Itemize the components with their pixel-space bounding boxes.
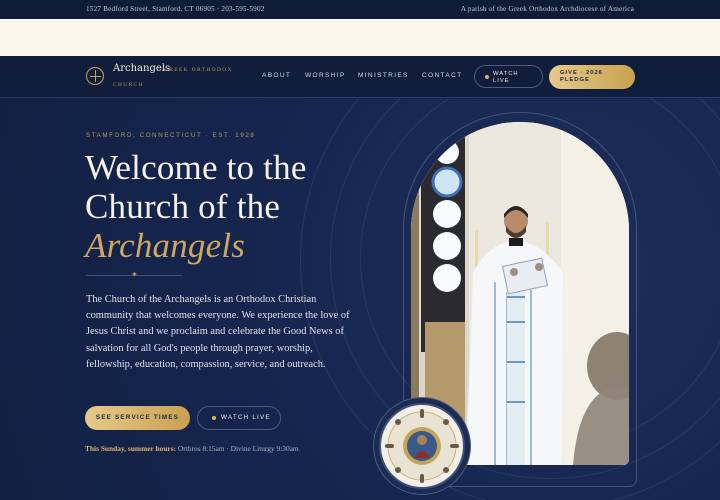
nav-link-ministries[interactable]: MINISTRIES: [358, 72, 409, 79]
watch-live-nav-label: WATCH LIVE: [493, 71, 519, 84]
hero-title-line-1: Welcome to the: [85, 148, 307, 187]
give-pledge-label: GIVE · 2026 PLEDGE: [560, 70, 603, 83]
cross-logo-icon[interactable]: [86, 67, 104, 85]
hero-section: STAMFORD, CONNECTICUT · EST. 1928 Welcom…: [0, 99, 720, 500]
watch-live-label: WATCH LIVE: [221, 414, 271, 421]
watch-live-nav-button[interactable]: WATCH LIVE: [474, 65, 543, 88]
address-phone: 1527 Bedford Street, Stamford, CT 06905 …: [86, 5, 265, 13]
nav-link-about[interactable]: ABOUT: [262, 72, 291, 79]
location-eyebrow: STAMFORD, CONNECTICUT · EST. 1928: [86, 132, 256, 139]
give-pledge-button[interactable]: GIVE · 2026 PLEDGE: [549, 65, 635, 89]
dome-icon-medallion: [373, 397, 471, 495]
hero-title-line-2: Church of the: [85, 187, 281, 226]
main-nav: Archangels GREEK ORTHODOX CHURCH ABOUT W…: [0, 56, 720, 98]
star-ornament-icon: ✦: [131, 270, 138, 279]
hours-label: This Sunday, summer hours:: [85, 444, 177, 453]
nav-link-worship[interactable]: WORSHIP: [305, 72, 346, 79]
live-dot-icon: [485, 75, 489, 79]
live-dot-icon: [212, 416, 216, 420]
parish-affiliation: A parish of the Greek Orthodox Archdioce…: [460, 5, 634, 13]
watch-live-button[interactable]: WATCH LIVE: [197, 406, 281, 430]
nav-link-contact[interactable]: CONTACT: [422, 72, 462, 79]
brand-subtitle: GREEK ORTHODOX: [164, 67, 233, 73]
see-service-times-button[interactable]: SEE SERVICE TIMES: [85, 406, 190, 430]
hours-value: Orthros 8:15am · Divine Liturgy 9:30am: [177, 444, 299, 453]
announcement-strip: [0, 19, 720, 56]
sunday-hours: This Sunday, summer hours: Orthros 8:15a…: [85, 444, 299, 453]
brand-subtitle-2: CHURCH: [113, 82, 144, 88]
hero-title-line-3: Archangels: [85, 226, 246, 265]
hero-description: The Church of the Archangels is an Ortho…: [86, 294, 350, 370]
top-info-bar: 1527 Bedford Street, Stamford, CT 06905 …: [0, 0, 720, 19]
brand-name[interactable]: Archangels: [113, 63, 170, 74]
